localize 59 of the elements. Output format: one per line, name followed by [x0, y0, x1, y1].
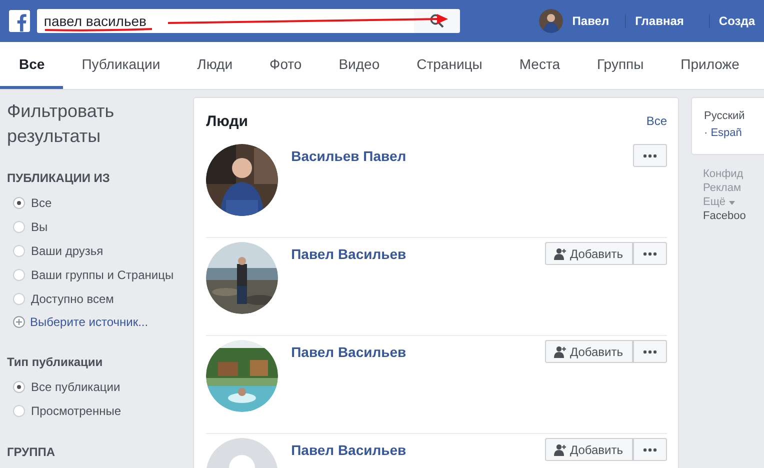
tab[interactable]: Места: [500, 42, 578, 89]
filter-title: Фильтровать результаты: [7, 100, 116, 148]
more-icon: [643, 252, 657, 256]
search-field[interactable]: павел васильев: [36, 9, 414, 33]
plus-icon[interactable]: [13, 316, 25, 328]
option-label[interactable]: Просмотренные: [31, 404, 122, 418]
radio-button[interactable]: [13, 197, 25, 209]
tab[interactable]: Фото: [250, 42, 320, 89]
more-icon: [643, 350, 657, 354]
add-friend-button[interactable]: Добавить: [544, 242, 633, 265]
search-icon: [430, 14, 444, 28]
nav-link[interactable]: Созда: [708, 14, 764, 28]
tab[interactable]: Группы: [578, 42, 662, 89]
tab[interactable]: Приложе: [662, 42, 758, 89]
radio-button[interactable]: [13, 405, 25, 417]
more-button[interactable]: [633, 144, 667, 167]
option-label[interactable]: Доступно всем: [31, 292, 114, 306]
add-friend-icon: [554, 346, 566, 358]
search-button[interactable]: [414, 9, 460, 33]
option-label[interactable]: Все: [31, 196, 52, 210]
caret-icon: [728, 201, 735, 205]
footer-link[interactable]: Faceboo: [703, 209, 764, 223]
section-heading: Тип публикации: [7, 355, 104, 369]
section-heading: ГРУППА: [7, 445, 56, 459]
radio-button[interactable]: [13, 269, 25, 281]
person-name[interactable]: Павел Васильев: [291, 442, 406, 458]
add-friend-icon: [554, 444, 566, 456]
profile-link[interactable]: Павел: [568, 14, 610, 28]
add-friend-icon: [554, 248, 566, 260]
source-link[interactable]: Выберите источник...: [30, 315, 148, 329]
option-label[interactable]: Ваши группы и Страницы: [31, 268, 174, 282]
language-link[interactable]: · Españ: [704, 125, 764, 142]
tab[interactable]: Видео: [320, 42, 398, 89]
more-button[interactable]: [633, 438, 667, 461]
radio-button[interactable]: [13, 245, 25, 257]
radio-button[interactable]: [13, 381, 25, 393]
more-button[interactable]: [633, 340, 667, 363]
person-name[interactable]: Павел Васильев: [291, 344, 406, 360]
see-all-link[interactable]: Все: [646, 114, 667, 128]
radio-button[interactable]: [13, 293, 25, 305]
card-title: Люди: [206, 112, 248, 130]
add-friend-button[interactable]: Добавить: [544, 340, 633, 363]
logo-icon[interactable]: [9, 10, 30, 32]
tab[interactable]: Страницы: [398, 42, 500, 89]
tab[interactable]: Публикации: [62, 42, 178, 89]
more-icon: [643, 448, 657, 452]
more-button[interactable]: [633, 242, 667, 265]
radio-button[interactable]: [13, 221, 25, 233]
tab[interactable]: Люди: [178, 42, 251, 89]
add-friend-button[interactable]: Добавить: [544, 438, 633, 461]
option-label[interactable]: Все публикации: [31, 380, 120, 394]
person-name[interactable]: Павел Васильев: [291, 246, 406, 262]
section-heading: ПУБЛИКАЦИИ ИЗ: [7, 171, 111, 185]
nav-link[interactable]: Главная: [625, 14, 693, 28]
more-icon: [643, 154, 657, 158]
option-label[interactable]: Вы: [31, 220, 48, 234]
person-name[interactable]: Васильев Павел: [291, 148, 406, 164]
option-label[interactable]: Ваши друзья: [31, 244, 104, 258]
tab[interactable]: Все: [0, 42, 63, 89]
